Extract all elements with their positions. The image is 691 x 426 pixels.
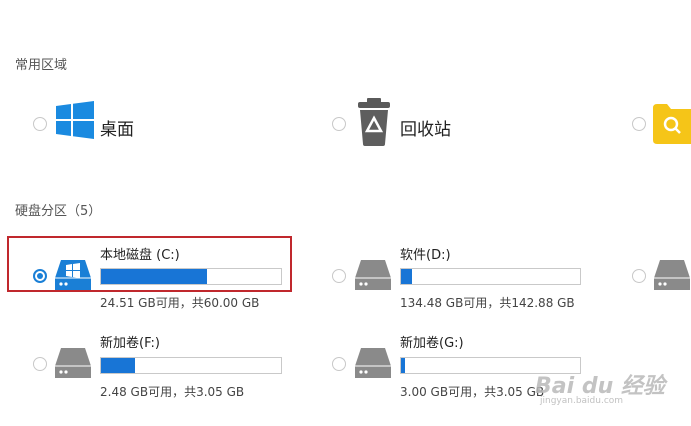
baidu-watermark-url: jingyan.baidu.com <box>540 396 624 406</box>
drive-d-radio[interactable] <box>332 269 346 283</box>
drive-f-radio[interactable] <box>33 357 47 371</box>
drive-d-name: 软件(D:) <box>400 248 451 263</box>
drive-c-info: 24.51 GB可用，共60.00 GB <box>100 296 260 310</box>
common-area-title: 常用区域 <box>15 58 68 73</box>
recycle-bin-icon <box>356 98 392 150</box>
recycle-bin-radio[interactable] <box>332 117 346 131</box>
drive-g-usage-fill <box>401 358 405 373</box>
drive-f-name: 新加卷(F:) <box>100 336 160 351</box>
drive-f-info: 2.48 GB可用，共3.05 GB <box>100 385 245 399</box>
desktop-radio[interactable] <box>33 117 47 131</box>
drive-partitions-title: 硬盘分区（5） <box>15 204 102 219</box>
drive-d-usage-fill <box>401 269 412 284</box>
hard-drive-icon <box>54 346 92 384</box>
drive-g-radio[interactable] <box>332 357 346 371</box>
search-folder-radio[interactable] <box>632 117 646 131</box>
search-folder-icon <box>653 102 691 148</box>
hard-drive-icon <box>653 258 691 296</box>
drive-e-radio[interactable] <box>632 269 646 283</box>
windows-desktop-icon <box>56 101 94 143</box>
selection-highlight-box <box>7 236 292 292</box>
drive-g-info: 3.00 GB可用，共3.05 GB <box>400 385 545 399</box>
recycle-bin-label: 回收站 <box>400 120 451 140</box>
drive-g-name: 新加卷(G:) <box>400 336 464 351</box>
hard-drive-icon <box>354 258 392 296</box>
desktop-label: 桌面 <box>100 120 134 140</box>
drive-f-usage-fill <box>101 358 136 373</box>
drive-d-info: 134.48 GB可用，共142.88 GB <box>400 296 575 310</box>
hard-drive-icon <box>354 346 392 384</box>
drive-d-usage-bar <box>400 268 581 285</box>
drive-f-usage-bar <box>100 357 282 374</box>
